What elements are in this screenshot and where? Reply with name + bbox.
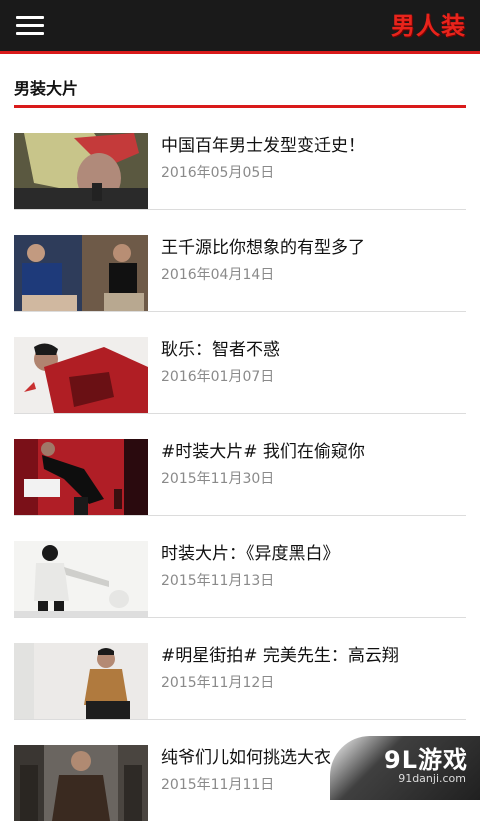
article-date: 2015年11月30日 (161, 471, 275, 487)
article-thumbnail (14, 439, 148, 515)
hamburger-menu-icon[interactable] (16, 15, 44, 37)
article-date: 2016年04月14日 (161, 267, 275, 283)
article-date: 2015年11月13日 (161, 573, 275, 589)
article-thumbnail (14, 643, 148, 719)
article-thumbnail (14, 133, 148, 209)
article-title[interactable]: 中国百年男士发型变迁史！ (161, 134, 461, 158)
article-thumbnail (14, 541, 148, 617)
watermark-url: 91danji.com (398, 772, 466, 785)
article-thumbnail (14, 337, 148, 413)
article-item[interactable]: 王千源比你想象的有型多了 2016年04月14日 (14, 210, 466, 312)
article-date: 2015年11月11日 (161, 777, 275, 793)
article-thumbnail (14, 745, 148, 821)
article-date: 2016年05月05日 (161, 165, 275, 181)
article-date: 2015年11月12日 (161, 675, 275, 691)
article-date: 2016年01月07日 (161, 369, 275, 385)
article-item[interactable]: #时装大片# 我们在偷窥你 2015年11月30日 (14, 414, 466, 516)
watermark-logo: 9L游戏 (384, 746, 468, 774)
article-title[interactable]: #时装大片# 我们在偷窥你 (161, 440, 461, 464)
section-header: 男装大片 (14, 78, 466, 108)
article-title[interactable]: 王千源比你想象的有型多了 (161, 236, 461, 260)
article-thumbnail (14, 235, 148, 311)
top-app-bar: 男人装 (0, 0, 480, 54)
article-item[interactable]: 时装大片：《异度黑白》 2015年11月13日 (14, 516, 466, 618)
app-logo: 男人装 (391, 11, 466, 40)
article-item[interactable]: #明星街拍# 完美先生：高云翔 2015年11月12日 (14, 618, 466, 720)
article-item[interactable]: 耿乐：智者不惑 2016年01月07日 (14, 312, 466, 414)
article-title[interactable]: 耿乐：智者不惑 (161, 338, 461, 362)
article-item[interactable]: 中国百年男士发型变迁史！ 2016年05月05日 (14, 108, 466, 210)
article-title[interactable]: #明星街拍# 完美先生：高云翔 (161, 644, 461, 668)
section-title: 男装大片 (14, 79, 79, 98)
article-title[interactable]: 时装大片：《异度黑白》 (161, 542, 461, 566)
watermark-overlay: 9L游戏 91danji.com (330, 736, 480, 800)
